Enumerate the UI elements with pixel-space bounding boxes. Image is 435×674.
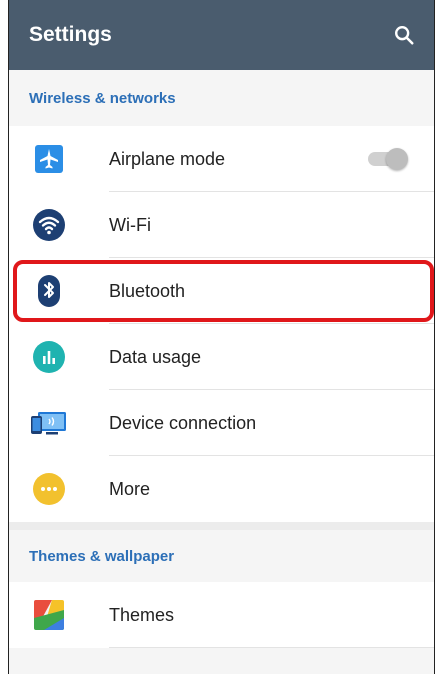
toggle-knob (386, 148, 408, 170)
section-header-themes: Themes & wallpaper (29, 547, 175, 565)
wifi-label: Wi-Fi (109, 214, 151, 235)
settings-screen: Settings Wireless & networks Airplane mo… (8, 0, 435, 674)
setting-data-usage[interactable]: Data usage (9, 324, 434, 390)
airplane-icon (29, 139, 69, 179)
search-icon[interactable] (392, 23, 416, 47)
setting-more[interactable]: More (9, 456, 434, 522)
setting-wifi[interactable]: Wi-Fi (9, 192, 434, 258)
section-separator (9, 522, 434, 530)
setting-bluetooth[interactable]: Bluetooth (9, 258, 434, 324)
device-connection-icon (29, 403, 69, 443)
divider (109, 647, 434, 648)
themes-list: Themes (9, 582, 434, 648)
more-icon (29, 469, 69, 509)
data-usage-icon (29, 337, 69, 377)
bluetooth-icon (29, 271, 69, 311)
wireless-list: Airplane mode Wi-Fi Bluetooth Data usage… (9, 126, 434, 522)
setting-airplane-mode[interactable]: Airplane mode (9, 126, 434, 192)
themes-icon (29, 595, 69, 635)
app-bar: Settings (9, 0, 434, 70)
page-title: Settings (29, 23, 112, 46)
setting-device-connection[interactable]: Device connection (9, 390, 434, 456)
data-usage-label: Data usage (109, 346, 202, 367)
wifi-icon (29, 205, 69, 245)
airplane-mode-label: Airplane mode (109, 148, 226, 169)
more-label: More (109, 478, 151, 499)
airplane-mode-toggle[interactable] (368, 148, 408, 170)
bluetooth-label: Bluetooth (109, 280, 186, 301)
themes-label: Themes (109, 604, 175, 625)
device-connection-label: Device connection (109, 412, 257, 433)
setting-themes[interactable]: Themes (9, 582, 434, 648)
section-header-wireless: Wireless & networks (29, 89, 176, 107)
